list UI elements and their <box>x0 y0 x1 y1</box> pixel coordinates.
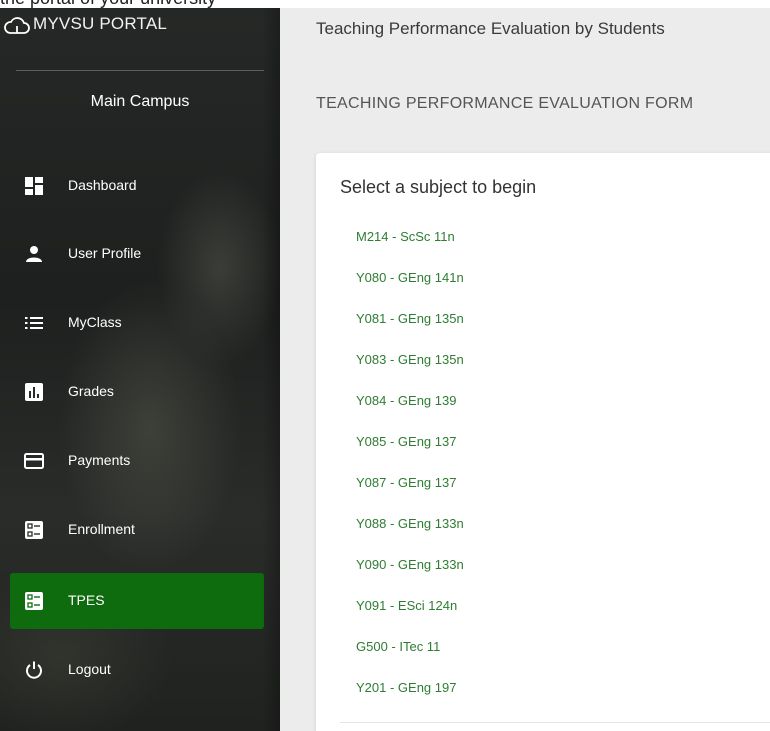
form-title: TEACHING PERFORMANCE EVALUATION FORM <box>316 95 694 112</box>
subject-link[interactable]: M214 - ScSc 11n <box>356 229 455 244</box>
power-icon <box>26 661 42 679</box>
brand[interactable]: MYVSU PORTAL <box>0 8 280 48</box>
subject-link[interactable]: Y083 - GEng 135n <box>356 352 464 367</box>
card-heading: Select a subject to begin <box>340 177 537 197</box>
sidebar-item-enrollment[interactable]: Enrollment <box>10 502 264 558</box>
subject-link[interactable]: Y080 - GEng 141n <box>356 270 464 285</box>
subject-link[interactable]: Y201 - GEng 197 <box>356 680 456 695</box>
person-icon <box>26 246 42 262</box>
brand-divider <box>16 70 264 71</box>
sidebar-item-dashboard[interactable]: Dashboard <box>10 158 264 214</box>
subject-card: Select a subject to begin M214 - ScSc 11… <box>316 153 770 731</box>
credit-card-icon <box>24 453 44 469</box>
sidebar-item-label: Payments <box>68 452 131 468</box>
form-icon <box>25 592 43 610</box>
sidebar-item-tpes[interactable]: TPES <box>10 573 264 629</box>
brand-title: MYVSU PORTAL <box>33 14 168 33</box>
sidebar-item-label: TPES <box>68 592 105 608</box>
sidebar-item-grades[interactable]: Grades <box>10 364 264 420</box>
main-content: Teaching Performance Evaluation by Stude… <box>280 8 770 731</box>
sidebar-item-label: Grades <box>68 383 114 399</box>
list-icon <box>25 317 43 329</box>
sidebar-item-label: Logout <box>68 661 111 677</box>
sidebar-item-label: User Profile <box>68 245 142 261</box>
subject-link[interactable]: Y081 - GEng 135n <box>356 311 464 326</box>
campus-name: Main Campus <box>90 93 190 110</box>
subject-link[interactable]: Y088 - GEng 133n <box>356 516 464 531</box>
top-caption: the portal of your university <box>0 0 216 8</box>
subject-link[interactable]: Y091 - ESci 124n <box>356 598 457 613</box>
card-divider <box>340 722 770 723</box>
sidebar-item-label: Dashboard <box>68 177 137 193</box>
subject-link[interactable]: Y087 - GEng 137 <box>356 475 456 490</box>
form-icon <box>25 521 43 539</box>
sidebar-item-label: Enrollment <box>68 521 135 537</box>
sidebar: MYVSU PORTAL Main Campus Dashboard User … <box>0 8 280 731</box>
sidebar-item-user-profile[interactable]: User Profile <box>10 226 264 282</box>
sidebar-item-myclass[interactable]: MyClass <box>10 295 264 351</box>
sidebar-item-payments[interactable]: Payments <box>10 433 264 489</box>
subject-link[interactable]: Y084 - GEng 139 <box>356 393 456 408</box>
subject-link[interactable]: Y085 - GEng 137 <box>356 434 456 449</box>
sidebar-item-label: MyClass <box>68 314 122 330</box>
cloud-icon <box>4 17 30 34</box>
sidebar-item-logout[interactable]: Logout <box>10 642 264 698</box>
top-caption-strip: the portal of your university <box>0 0 770 8</box>
dashboard-icon <box>25 177 43 195</box>
page-title: Teaching Performance Evaluation by Stude… <box>316 19 665 38</box>
subject-link[interactable]: G500 - ITec 11 <box>356 639 440 654</box>
subject-link[interactable]: Y090 - GEng 133n <box>356 557 464 572</box>
bar-chart-icon <box>25 383 43 401</box>
